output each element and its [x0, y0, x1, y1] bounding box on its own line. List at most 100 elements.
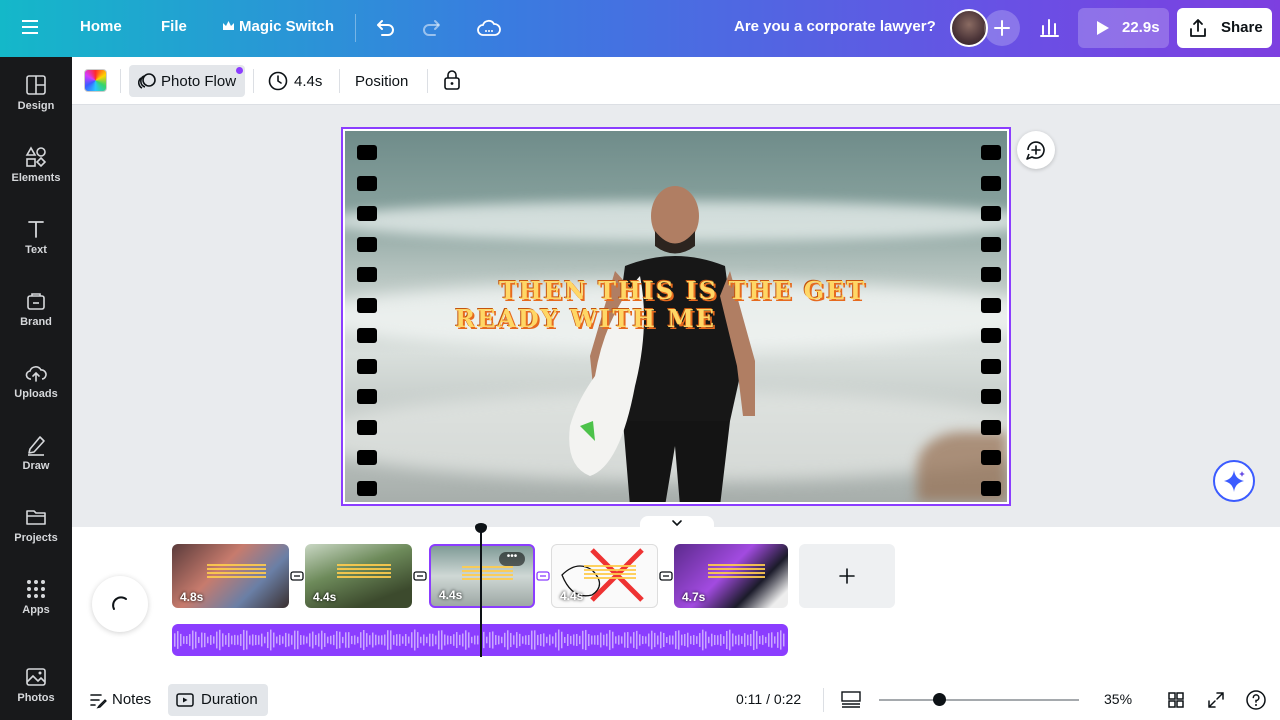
waveform-bar — [678, 630, 680, 650]
waveform-bar — [297, 630, 299, 650]
color-picker-button[interactable] — [84, 69, 107, 92]
notes-button[interactable]: Notes — [112, 691, 151, 708]
waveform-bar — [525, 635, 527, 645]
analytics-button[interactable] — [1030, 10, 1068, 46]
waveform-bar — [282, 636, 284, 644]
text-icon — [28, 221, 44, 238]
sidebar-item-projects[interactable]: Projects — [0, 506, 72, 566]
collapse-timeline-button[interactable] — [640, 516, 714, 532]
waveform-bar — [408, 636, 410, 644]
transition-icon[interactable] — [290, 569, 304, 583]
user-avatar[interactable] — [950, 9, 988, 47]
lock-icon[interactable] — [442, 69, 462, 91]
fullscreen-icon[interactable] — [1206, 690, 1226, 710]
sidebar-item-photos[interactable]: Photos — [0, 666, 72, 720]
add-page-button[interactable] — [799, 544, 895, 608]
waveform-bar — [657, 635, 659, 645]
sidebar-item-brand[interactable]: Brand — [0, 290, 72, 350]
magic-switch-button[interactable]: Magic Switch — [222, 18, 334, 35]
waveform-bar — [432, 633, 434, 647]
waveform-bar — [741, 636, 743, 644]
sidebar-item-text[interactable]: Text — [0, 218, 72, 278]
waveform-bar — [438, 630, 440, 650]
magic-assistant-button[interactable] — [1213, 460, 1255, 502]
timeline-clip[interactable]: 4.8s — [172, 544, 289, 608]
grid-view-icon[interactable] — [1166, 690, 1186, 710]
waveform-bar — [330, 635, 332, 645]
sidebar-item-elements[interactable]: Elements — [0, 146, 72, 206]
waveform-bar — [735, 635, 737, 645]
timeline-clip-selected[interactable]: ••• 4.4s — [429, 544, 535, 608]
playhead[interactable] — [480, 527, 482, 657]
waveform-bar — [198, 636, 200, 644]
sidebar-item-design[interactable]: Design — [0, 74, 72, 134]
waveform-bar — [270, 629, 272, 651]
waveform-bar — [702, 629, 704, 651]
film-sprocket-hole — [981, 419, 1001, 435]
surfer-photo[interactable]: THEN THIS IS THE GET READY WITH ME — [345, 131, 1007, 502]
share-button[interactable]: Share — [1177, 8, 1272, 48]
waveform-bar — [486, 636, 488, 644]
sidebar-item-label: Draw — [22, 460, 50, 472]
sidebar-item-label: Photos — [17, 692, 55, 704]
waveform-bar — [510, 632, 512, 648]
magic-switch-label: Magic Switch — [239, 18, 335, 35]
sidebar-item-draw[interactable]: Draw — [0, 434, 72, 494]
transition-icon[interactable] — [413, 569, 427, 583]
brand-icon — [27, 293, 45, 310]
waveform-bar — [780, 630, 782, 650]
waveform-bar — [384, 634, 386, 646]
waveform-bar — [279, 634, 281, 646]
timeline-clip[interactable]: 4.4s — [305, 544, 412, 608]
film-sprocket-hole — [357, 145, 377, 160]
design-title[interactable]: Are you a corporate lawyer? — [734, 18, 936, 35]
top-bar: Home File Magic Switch Are you a corpora… — [0, 0, 1280, 57]
timeline-clip[interactable]: 4.7s — [674, 544, 788, 608]
duration-button[interactable]: 4.4s — [294, 73, 322, 90]
clock-icon[interactable] — [267, 70, 289, 92]
waveform-bar — [339, 631, 341, 649]
waveform-bar — [207, 636, 209, 644]
timeline-clip[interactable]: 4.4s — [551, 544, 658, 608]
waveform-bar — [531, 630, 533, 650]
waveform-bar — [474, 635, 476, 645]
design-page[interactable]: THEN THIS IS THE GET READY WITH ME — [341, 127, 1011, 506]
waveform-bar — [243, 629, 245, 651]
headline-text[interactable]: THEN THIS IS THE GET READY WITH ME — [455, 277, 875, 333]
transition-icon[interactable] — [659, 569, 673, 583]
clip-duration: 4.4s — [313, 590, 337, 604]
invite-button[interactable] — [984, 10, 1020, 46]
sidebar-item-apps[interactable]: Apps — [0, 578, 72, 638]
sidebar-item-uploads[interactable]: Uploads — [0, 362, 72, 422]
zoom-slider-handle[interactable] — [933, 693, 946, 706]
cloud-save-icon[interactable] — [476, 16, 502, 42]
zoom-slider-track[interactable] — [879, 699, 1079, 701]
redo-icon[interactable] — [419, 16, 445, 42]
film-sprocket-hole — [981, 236, 1001, 252]
clip-duration: 4.7s — [682, 590, 706, 604]
design-icon — [26, 75, 46, 95]
duration-toggle[interactable]: Duration — [168, 684, 268, 716]
page-view-icon[interactable] — [840, 690, 862, 710]
menu-icon[interactable] — [22, 16, 50, 40]
position-button[interactable]: Position — [355, 73, 408, 90]
zoom-level[interactable]: 35% — [1104, 691, 1132, 707]
waveform-bar — [738, 634, 740, 646]
animation-label: Photo Flow — [161, 73, 237, 90]
present-button[interactable]: 22.9s — [1078, 8, 1169, 48]
comment-button[interactable] — [1017, 131, 1055, 169]
waveform-bar — [717, 635, 719, 645]
waveform-bar — [648, 633, 650, 647]
waveform-bar — [315, 634, 317, 646]
loading-icon — [112, 596, 127, 610]
play-pause-button[interactable] — [92, 576, 148, 632]
waveform-bar — [711, 633, 713, 647]
file-menu[interactable]: File — [161, 18, 187, 35]
animation-button[interactable]: Photo Flow — [129, 65, 245, 97]
undo-icon[interactable] — [372, 16, 398, 42]
transition-icon[interactable] — [536, 569, 550, 583]
more-options-button[interactable]: ••• — [499, 552, 525, 566]
home-link[interactable]: Home — [80, 18, 122, 35]
help-icon[interactable] — [1245, 689, 1267, 711]
waveform-bar — [201, 632, 203, 648]
